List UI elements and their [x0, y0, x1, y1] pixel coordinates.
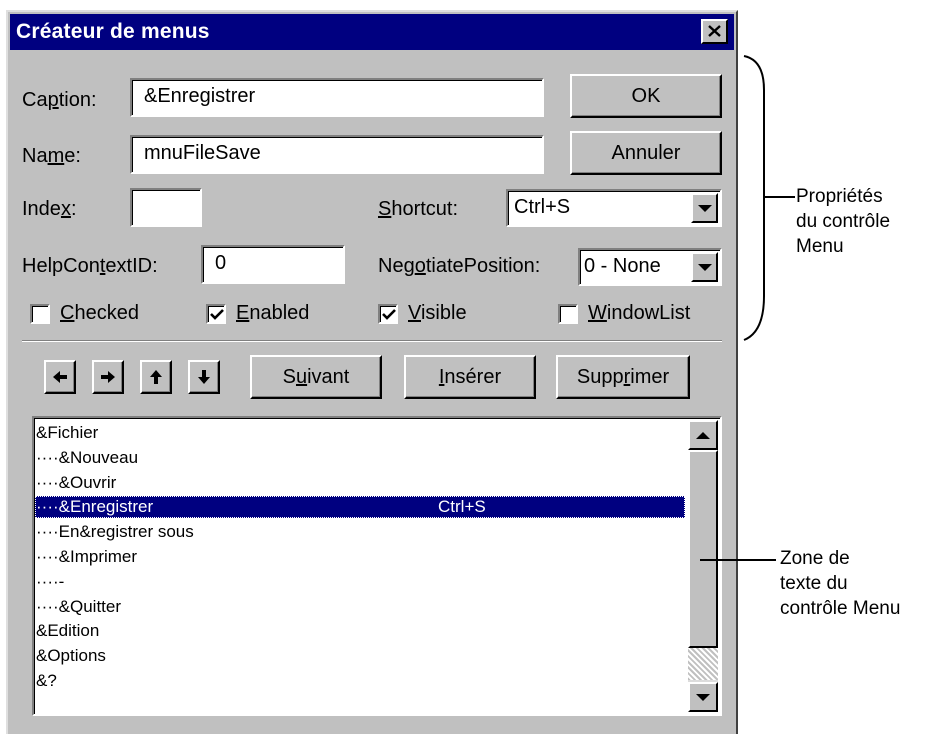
list-item[interactable]: ····&Enregistrer Ctrl+S [35, 496, 685, 519]
properties-bracket [743, 55, 795, 341]
list-item[interactable]: ····&Quitter [35, 596, 685, 618]
move-up-button[interactable] [140, 360, 172, 394]
list-item-caption: &Edition [36, 621, 100, 641]
list-item[interactable]: ····- [35, 571, 685, 593]
helpcontextid-label: HelpContextID: [22, 255, 158, 277]
list-item[interactable]: &Options [35, 645, 685, 667]
name-label: Name: [22, 145, 81, 167]
checkmark-icon [382, 309, 396, 320]
ok-button[interactable]: OK [570, 74, 722, 118]
close-icon [707, 25, 721, 37]
list-item[interactable]: &Edition [35, 620, 685, 642]
title-bar[interactable]: Créateur de menus [10, 14, 734, 50]
caption-label: Caption: [22, 89, 97, 111]
name-input[interactable]: mnuFileSave [130, 135, 544, 174]
windowlist-label: WindowList [588, 302, 691, 324]
list-item-caption: &Fichier [36, 423, 99, 442]
enabled-label: Enabled [236, 302, 310, 324]
chevron-down-icon [697, 204, 712, 212]
move-right-button[interactable] [92, 360, 124, 394]
cancel-button[interactable]: Annuler [570, 131, 722, 175]
negotiateposition-dropdown-button[interactable] [691, 252, 718, 282]
chevron-down-icon [696, 693, 710, 701]
scroll-up-button[interactable] [688, 420, 718, 450]
negotiateposition-value: 0 - None [584, 255, 661, 277]
move-left-button[interactable] [44, 360, 76, 394]
shortcut-dropdown-button[interactable] [691, 193, 718, 223]
listbox-scrollbar[interactable] [688, 420, 718, 712]
arrow-down-icon [198, 370, 210, 384]
arrow-left-icon [53, 371, 67, 383]
enabled-checkbox[interactable] [206, 304, 226, 324]
shortcut-value: Ctrl+S [514, 196, 571, 218]
close-button[interactable] [701, 19, 728, 44]
shortcut-label: Shortcut: [378, 198, 459, 220]
insert-button[interactable]: Insérer [404, 355, 536, 399]
scroll-down-button[interactable] [688, 682, 718, 712]
shortcut-combo[interactable]: Ctrl+S [506, 189, 722, 227]
list-item[interactable]: ····&Imprimer [35, 546, 685, 568]
chevron-up-icon [696, 431, 710, 439]
separator [22, 340, 722, 342]
checked-label: Checked [60, 302, 139, 324]
list-item-caption: ····&Ouvrir [36, 472, 117, 492]
scroll-thumb[interactable] [688, 450, 718, 648]
arrow-right-icon [101, 371, 115, 383]
listbox-pointer-line [700, 559, 776, 561]
list-item-caption: ····&Imprimer [36, 547, 138, 566]
list-item[interactable]: ····&Nouveau [35, 447, 685, 469]
list-item-caption: &Options [36, 646, 106, 666]
negotiateposition-label: NegotiatePosition: [378, 255, 541, 277]
windowlist-checkbox[interactable] [558, 304, 578, 324]
visible-checkbox[interactable] [378, 304, 398, 324]
list-item[interactable]: &? [35, 670, 685, 692]
index-input[interactable] [130, 188, 202, 227]
negotiateposition-combo[interactable]: 0 - None [578, 248, 722, 286]
list-item-caption: ····En&registrer sous [36, 522, 194, 542]
move-down-button[interactable] [188, 360, 220, 394]
list-item[interactable]: &Fichier [35, 422, 685, 444]
next-button[interactable]: Su ivant [250, 355, 382, 399]
delete-button[interactable]: Supp r imer [556, 355, 690, 399]
chevron-down-icon [697, 263, 712, 271]
caption-input[interactable]: &Enregistrer [130, 78, 544, 117]
list-item-caption: ····&Nouveau [36, 447, 139, 467]
arrow-up-icon [150, 370, 162, 384]
list-item-shortcut: Ctrl+S [438, 497, 486, 517]
checkmark-icon [210, 309, 224, 320]
list-item-caption: ····&Quitter [36, 596, 121, 616]
properties-annotation: Propriétés du contrôle Menu [796, 186, 891, 257]
menu-editor-dialog: Créateur de menus Caption: &Enregistrer … [6, 10, 738, 734]
listbox-annotation: Zone de texte du contrôle Menu [780, 548, 901, 619]
index-label: Index: [22, 198, 77, 220]
list-item-caption: ····- [36, 571, 65, 591]
list-item[interactable]: ····&Ouvrir [35, 472, 685, 494]
menu-listbox[interactable]: &Fichier ····&Nouveau ····&Ouvrir ····&Enre… [32, 416, 722, 716]
list-item-caption: ····&Enregistrer [36, 497, 154, 517]
list-item[interactable]: ····En&registrer sous [35, 521, 685, 543]
dialog-title: Créateur de menus [16, 20, 210, 43]
list-item-caption: &? [36, 671, 57, 690]
visible-label: Visible [408, 302, 467, 324]
helpcontextid-input[interactable]: 0 [201, 245, 345, 284]
checked-checkbox[interactable] [30, 304, 50, 324]
scroll-track[interactable] [688, 648, 718, 680]
